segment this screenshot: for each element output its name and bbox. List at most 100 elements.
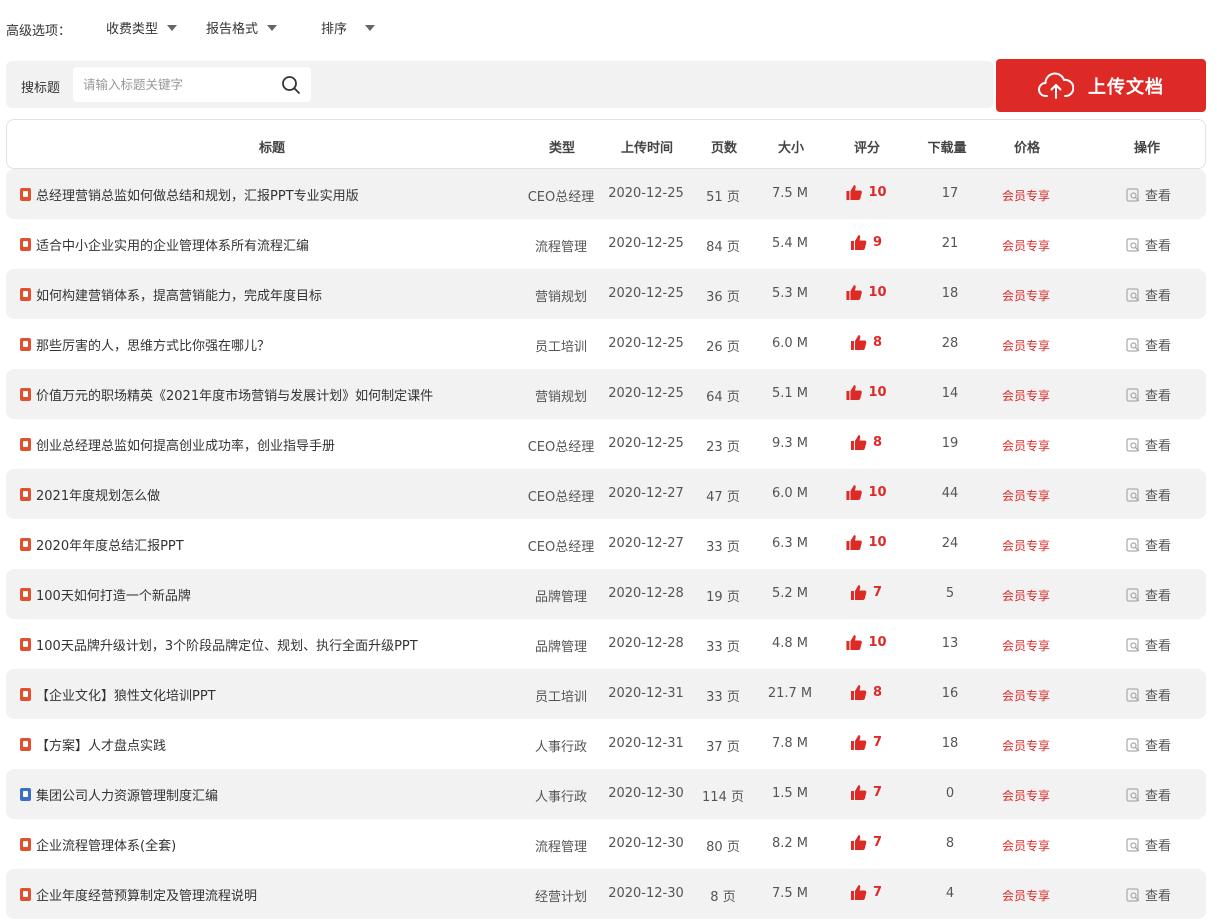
document-title: 适合中小企业实用的企业管理体系所有流程汇编 bbox=[36, 239, 310, 254]
view-button[interactable]: 查看 bbox=[1126, 385, 1171, 404]
upload-label: 上传文档 bbox=[1088, 76, 1164, 98]
document-title-link[interactable]: 2020年年度总结汇报PPT bbox=[20, 535, 184, 554]
col-score[interactable]: 评分 bbox=[854, 137, 880, 156]
score-value: 10 bbox=[868, 635, 887, 650]
document-title-link[interactable]: 总经理营销总监如何做总结和规划，汇报PPT专业实用版 bbox=[20, 185, 359, 204]
file-size: 6.0 M bbox=[771, 336, 809, 351]
document-type: 经营计划 bbox=[534, 890, 588, 905]
document-title-link[interactable]: 100天如何打造一个新品牌 bbox=[20, 585, 191, 604]
download-count: 24 bbox=[941, 536, 959, 551]
score-value: 10 bbox=[868, 485, 887, 500]
view-button[interactable]: 查看 bbox=[1126, 835, 1171, 854]
view-button[interactable]: 查看 bbox=[1126, 185, 1171, 204]
view-button[interactable]: 查看 bbox=[1126, 885, 1171, 904]
document-list: 总经理营销总监如何做总结和规划，汇报PPT专业实用版 CEO总经理 2020-12-… bbox=[6, 169, 1206, 919]
search-icon[interactable] bbox=[281, 75, 301, 95]
view-label: 查看 bbox=[1145, 839, 1172, 854]
sort-dropdown[interactable]: 排序 bbox=[321, 18, 376, 37]
download-count: 0 bbox=[945, 786, 955, 801]
document-title-link[interactable]: 100天品牌升级计划，3个阶段品牌定位、规划、执行全面升级PPT bbox=[20, 635, 418, 654]
col-title[interactable]: 标题 bbox=[259, 137, 285, 156]
table-header: 标题 类型 上传时间 页数 大小 评分 下载量 价格 操作 bbox=[6, 119, 1206, 169]
view-button[interactable]: 查看 bbox=[1126, 485, 1171, 504]
document-title-link[interactable]: 2021年度规划怎么做 bbox=[20, 485, 160, 504]
document-title-link[interactable]: 价值万元的职场精英《2021年度市场营销与发展计划》如何制定课件 bbox=[20, 385, 433, 404]
document-type: 品牌管理 bbox=[534, 640, 588, 655]
col-upload-time[interactable]: 上传时间 bbox=[621, 137, 673, 156]
document-title-link[interactable]: 【方案】人才盘点实践 bbox=[20, 735, 166, 754]
file-size: 7.5 M bbox=[771, 886, 809, 901]
upload-date: 2020-12-25 bbox=[608, 386, 684, 401]
price-badge: 会员专享 bbox=[1001, 889, 1051, 903]
view-label: 查看 bbox=[1145, 689, 1172, 704]
filters-label: 高级选项： bbox=[6, 24, 72, 39]
download-count: 16 bbox=[941, 686, 959, 701]
document-type: 人事行政 bbox=[534, 790, 588, 805]
file-size: 8.2 M bbox=[771, 836, 809, 851]
document-type: 员工培训 bbox=[534, 340, 588, 355]
upload-document-button[interactable]: 上传文档 bbox=[996, 59, 1206, 112]
document-title-link[interactable]: 如何构建营销体系，提高营销能力，完成年度目标 bbox=[20, 285, 322, 304]
view-button[interactable]: 查看 bbox=[1126, 435, 1171, 454]
download-count: 19 bbox=[941, 436, 959, 451]
thumbs-up-icon bbox=[846, 635, 862, 650]
score: 7 bbox=[850, 834, 882, 851]
view-button[interactable]: 查看 bbox=[1126, 235, 1171, 254]
score: 10 bbox=[845, 184, 887, 201]
view-button[interactable]: 查看 bbox=[1126, 535, 1171, 554]
upload-date: 2020-12-25 bbox=[608, 286, 684, 301]
file-size: 4.8 M bbox=[771, 636, 809, 651]
document-title-link[interactable]: 企业流程管理体系(全套) bbox=[20, 835, 176, 854]
view-button[interactable]: 查看 bbox=[1126, 785, 1171, 804]
view-icon bbox=[1126, 587, 1140, 602]
upload-date: 2020-12-28 bbox=[608, 636, 684, 651]
thumbs-up-icon bbox=[850, 835, 867, 850]
score-value: 8 bbox=[872, 685, 883, 700]
document-title: 如何构建营销体系，提高营销能力，完成年度目标 bbox=[36, 289, 323, 304]
upload-date: 2020-12-30 bbox=[608, 836, 684, 851]
document-title-link[interactable]: 【企业文化】狼性文化培训PPT bbox=[20, 685, 216, 704]
view-label: 查看 bbox=[1145, 889, 1172, 904]
score: 7 bbox=[850, 884, 882, 901]
view-button[interactable]: 查看 bbox=[1126, 735, 1171, 754]
view-button[interactable]: 查看 bbox=[1126, 585, 1171, 604]
price-badge: 会员专享 bbox=[1001, 239, 1051, 253]
view-icon bbox=[1126, 187, 1140, 202]
table-row: 总经理营销总监如何做总结和规划，汇报PPT专业实用版 CEO总经理 2020-12-… bbox=[6, 169, 1206, 219]
view-icon bbox=[1126, 287, 1140, 302]
col-price: 价格 bbox=[1013, 141, 1041, 156]
document-title-link[interactable]: 那些厉害的人，思维方式比你强在哪儿？ bbox=[20, 335, 270, 354]
ppt-file-icon bbox=[20, 688, 31, 701]
view-icon bbox=[1126, 787, 1140, 802]
document-title-link[interactable]: 集团公司人力资源管理制度汇编 bbox=[20, 785, 218, 804]
report-format-dropdown[interactable]: 报告格式 bbox=[206, 18, 278, 37]
document-title-link[interactable]: 企业年度经营预算制定及管理流程说明 bbox=[20, 885, 257, 904]
score: 8 bbox=[850, 434, 882, 451]
view-button[interactable]: 查看 bbox=[1126, 285, 1171, 304]
view-label: 查看 bbox=[1145, 439, 1172, 454]
view-button[interactable]: 查看 bbox=[1126, 685, 1171, 704]
view-icon bbox=[1126, 437, 1140, 452]
view-button[interactable]: 查看 bbox=[1126, 335, 1171, 354]
price-badge: 会员专享 bbox=[1001, 789, 1051, 803]
download-count: 21 bbox=[941, 236, 959, 251]
view-label: 查看 bbox=[1145, 539, 1172, 554]
page-count: 64 页 bbox=[706, 390, 740, 405]
fee-type-dropdown[interactable]: 收费类型 bbox=[106, 18, 178, 37]
caret-down-icon bbox=[167, 24, 178, 31]
search-bar: 搜标题 bbox=[6, 61, 994, 108]
col-type[interactable]: 类型 bbox=[549, 137, 575, 156]
download-count: 44 bbox=[941, 486, 959, 501]
col-downloads[interactable]: 下载量 bbox=[927, 137, 966, 156]
view-button[interactable]: 查看 bbox=[1126, 635, 1171, 654]
document-type: CEO总经理 bbox=[527, 440, 595, 455]
document-title-link[interactable]: 创业总经理总监如何提高创业成功率，创业指导手册 bbox=[20, 435, 335, 454]
col-pages[interactable]: 页数 bbox=[711, 137, 737, 156]
col-size[interactable]: 大小 bbox=[778, 137, 804, 156]
page-count: 47 页 bbox=[706, 490, 740, 505]
search-input[interactable] bbox=[73, 67, 273, 102]
thumbs-up-icon bbox=[850, 235, 867, 250]
price-badge: 会员专享 bbox=[1001, 639, 1051, 653]
document-title-link[interactable]: 适合中小企业实用的企业管理体系所有流程汇编 bbox=[20, 235, 309, 254]
caret-down-icon bbox=[365, 24, 376, 31]
